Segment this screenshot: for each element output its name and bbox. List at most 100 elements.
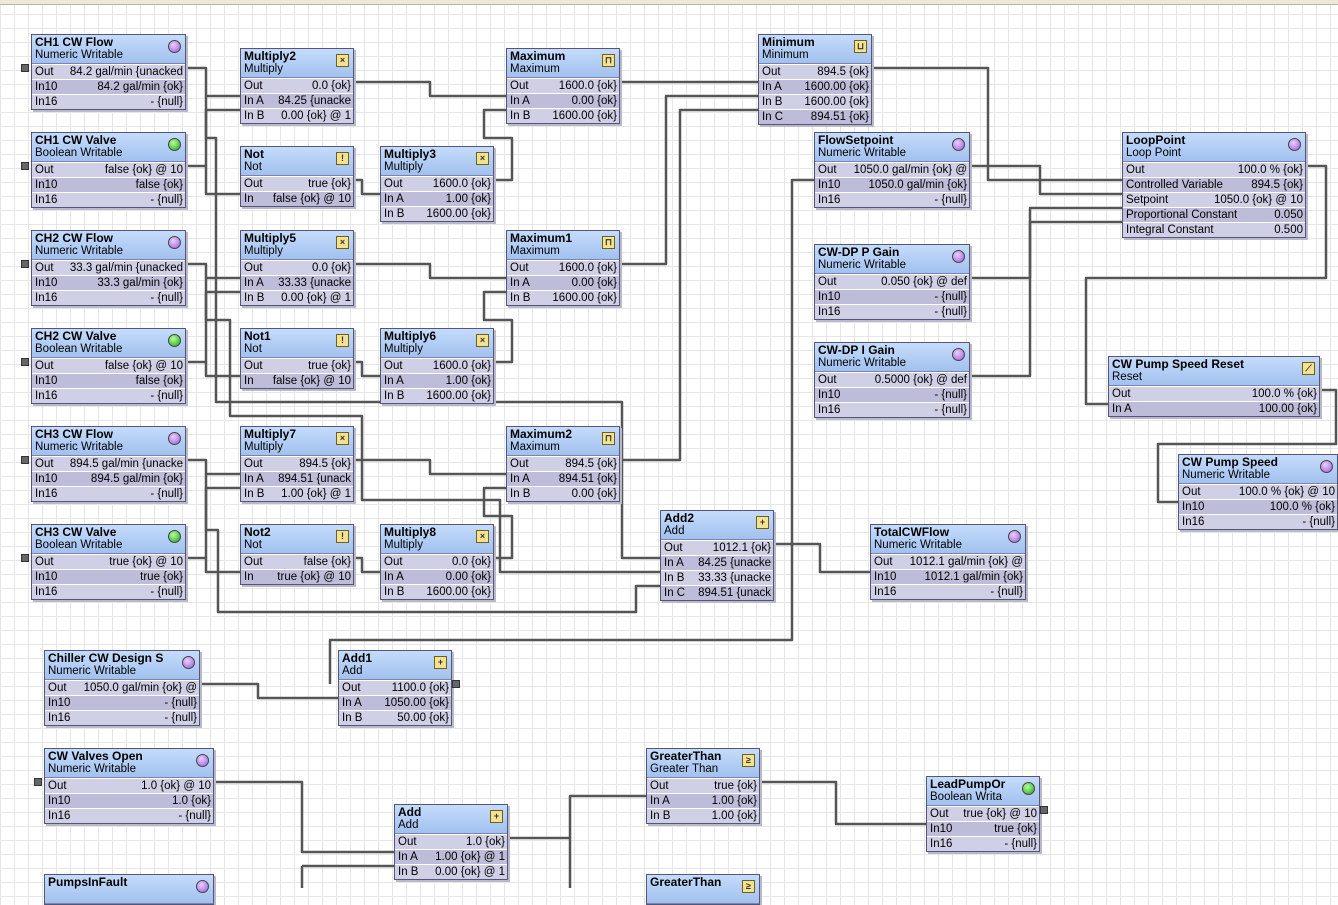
maximum2-block[interactable]: Maximum2 Maximum ⊓ Out 894.5 {ok} In A 894.51 …: [506, 426, 620, 502]
slot-row[interactable]: Out 1012.1 gal/min {ok} @: [871, 554, 1025, 569]
block-header[interactable]: FlowSetpoint Numeric Writable: [815, 133, 969, 162]
block-header[interactable]: Multiply3 Multiply ×: [381, 147, 493, 176]
cw-pump-speed-block[interactable]: CW Pump Speed Numeric Writable Out 100.0 % …: [1178, 454, 1338, 530]
block-header[interactable]: Maximum1 Maximum ⊓: [507, 231, 619, 260]
slot-row[interactable]: Out 100.0 % {ok}: [1123, 162, 1305, 177]
slot-row[interactable]: In A 1.00 {ok}: [381, 373, 493, 388]
slot-row[interactable]: In A 84.25 {unacke: [241, 93, 353, 108]
slot-row[interactable]: Out 1050.0 gal/min {ok} @: [45, 680, 199, 695]
output-pin[interactable]: [1040, 806, 1048, 814]
slot-row[interactable]: In16 - {null}: [1179, 514, 1337, 529]
multiply8-block[interactable]: Multiply8 Multiply × Out 0.0 {ok} In A 0.00 {o…: [380, 524, 494, 600]
slot-row[interactable]: In A 1050.00 {ok}: [339, 695, 451, 710]
block-header[interactable]: GreaterThan Greater Than ≥: [647, 749, 759, 778]
slot-row[interactable]: Out false {ok} @ 10: [32, 162, 185, 177]
slot-row[interactable]: Out 0.0 {ok}: [241, 260, 353, 275]
cw-dp-p-gain-block[interactable]: CW-DP P Gain Numeric Writable Out 0.050 {ok…: [814, 244, 970, 320]
add-icon[interactable]: +: [490, 810, 503, 823]
multiply3-block[interactable]: Multiply3 Multiply × Out 1600.0 {ok} In A 1.00…: [380, 146, 494, 222]
slot-row[interactable]: Out 1600.0 {ok}: [381, 176, 493, 191]
block-header[interactable]: Not1 Not!: [241, 329, 353, 358]
slot-row[interactable]: In16 - {null}: [871, 584, 1025, 599]
input-pin[interactable]: [34, 778, 42, 786]
not1-block[interactable]: Not1 Not! Out true {ok} In false {ok} @ 10: [240, 328, 354, 389]
slot-row[interactable]: Out 1600.0 {ok}: [381, 358, 493, 373]
block-header[interactable]: CH2 CW Flow Numeric Writable: [32, 231, 185, 260]
ch1-cw-valve-block[interactable]: CH1 CW Valve Boolean Writable Out false {ok…: [31, 132, 186, 208]
green-dot-icon[interactable]: [168, 530, 181, 543]
purple-dot-icon[interactable]: [182, 656, 195, 669]
totalcwflow-block[interactable]: TotalCWFlow Numeric Writable Out 1012.1 gal…: [870, 524, 1026, 600]
slot-row[interactable]: In B 0.00 {ok} @ 1: [241, 290, 353, 305]
slot-row[interactable]: In16 - {null}: [32, 192, 185, 207]
slot-row[interactable]: In A 0.00 {ok}: [507, 93, 619, 108]
maximum-icon[interactable]: ⊓: [602, 432, 615, 445]
slot-row[interactable]: In B 1600.00 {ok}: [381, 388, 493, 403]
block-header[interactable]: Multiply2 Multiply ×: [241, 49, 353, 78]
block-header[interactable]: LeadPumpOr Boolean Writa: [927, 777, 1039, 806]
block-header[interactable]: TotalCWFlow Numeric Writable: [871, 525, 1025, 554]
slot-row[interactable]: In B 50.00 {ok}: [339, 710, 451, 725]
ch3-cw-valve-block[interactable]: CH3 CW Valve Boolean Writable Out true {ok}…: [31, 524, 186, 600]
slot-row[interactable]: In10 true {ok}: [32, 569, 185, 584]
slot-row[interactable]: Out 33.3 gal/min {unacked: [32, 260, 185, 275]
block-header[interactable]: Chiller CW Design S Numeric Writable: [45, 651, 199, 680]
minimum-block[interactable]: Minimum Minimum ⊔ Out 894.5 {ok} In A 1600.00 …: [758, 34, 872, 125]
slot-row[interactable]: Out true {ok} @ 10: [927, 806, 1039, 821]
cw-valves-open-block[interactable]: CW Valves Open Numeric Writable Out 1.0 {ok…: [44, 748, 214, 824]
block-header[interactable]: Not2 Not!: [241, 525, 353, 554]
slot-row[interactable]: Out true {ok}: [241, 176, 353, 191]
slot-row[interactable]: In10 - {null}: [815, 387, 969, 402]
slot-row[interactable]: In16 - {null}: [815, 192, 969, 207]
not2-block[interactable]: Not2 Not! Out false {ok} In true {ok} @ 10: [240, 524, 354, 585]
flowsetpoint-block[interactable]: FlowSetpoint Numeric Writable Out 1050.0 ga…: [814, 132, 970, 208]
block-header[interactable]: Minimum Minimum ⊔: [759, 35, 871, 64]
slot-row[interactable]: In10 1050.0 gal/min {ok}: [815, 177, 969, 192]
slot-row[interactable]: Out 0.050 {ok} @ def: [815, 274, 969, 289]
slot-row[interactable]: In B 1600.00 {ok}: [507, 108, 619, 123]
reset-icon[interactable]: ⟋: [1302, 362, 1315, 375]
purple-dot-icon[interactable]: [952, 250, 965, 263]
not-icon[interactable]: !: [336, 530, 349, 543]
multiply-icon[interactable]: ×: [476, 530, 489, 543]
block-header[interactable]: CW Pump Speed Reset Reset ⟋: [1109, 357, 1319, 386]
pumpsinfault-block[interactable]: PumpsInFault: [44, 874, 214, 905]
purple-dot-icon[interactable]: [952, 348, 965, 361]
minimum-icon[interactable]: ⊔: [854, 40, 867, 53]
slot-row[interactable]: In10 84.2 gal/min {ok}: [32, 79, 185, 94]
purple-dot-icon[interactable]: [168, 236, 181, 249]
looppoint-block[interactable]: LoopPoint Loop Point Out 100.0 % {ok} Contro…: [1122, 132, 1306, 238]
maximum1-block[interactable]: Maximum1 Maximum ⊓ Out 1600.0 {ok} In A 0.00 {…: [506, 230, 620, 306]
slot-row[interactable]: In C 894.51 {ok}: [759, 109, 871, 124]
purple-dot-icon[interactable]: [196, 754, 209, 767]
slot-row[interactable]: In B 0.00 {ok} @ 1: [395, 864, 507, 879]
slot-row[interactable]: In10 894.5 gal/min {ok}: [32, 471, 185, 486]
slot-row[interactable]: Setpoint 1050.0 {ok} @ 10: [1123, 192, 1305, 207]
slot-row[interactable]: In B 0.00 {ok}: [507, 486, 619, 501]
slot-row[interactable]: In16 - {null}: [45, 710, 199, 725]
slot-row[interactable]: Controlled Variable 894.5 {ok}: [1123, 177, 1305, 192]
slot-row[interactable]: In16 - {null}: [32, 290, 185, 305]
slot-row[interactable]: In B 1600.00 {ok}: [381, 206, 493, 221]
slot-row[interactable]: In B 0.00 {ok} @ 1: [241, 108, 353, 123]
slot-row[interactable]: In A 1600.00 {ok}: [759, 79, 871, 94]
slot-row[interactable]: In10 1012.1 gal/min {ok}: [871, 569, 1025, 584]
greaterthan-block[interactable]: GreaterThan Greater Than ≥ Out true {ok} In A…: [646, 748, 760, 824]
input-pin[interactable]: [21, 162, 29, 170]
input-pin[interactable]: [21, 456, 29, 464]
slot-row[interactable]: Out true {ok}: [647, 778, 759, 793]
ch2-cw-valve-block[interactable]: CH2 CW Valve Boolean Writable Out false {ok…: [31, 328, 186, 404]
slot-row[interactable]: Out 1600.0 {ok}: [507, 78, 619, 93]
slot-row[interactable]: Proportional Constant 0.050: [1123, 207, 1305, 222]
slot-row[interactable]: In B 1600.00 {ok}: [759, 94, 871, 109]
block-header[interactable]: CH3 CW Valve Boolean Writable: [32, 525, 185, 554]
slot-row[interactable]: In B 33.33 {unacke: [661, 570, 773, 585]
slot-row[interactable]: Out 100.0 % {ok} @ 10: [1179, 484, 1337, 499]
greater-than-icon[interactable]: ≥: [742, 880, 755, 893]
green-dot-icon[interactable]: [168, 334, 181, 347]
purple-dot-icon[interactable]: [1008, 530, 1021, 543]
slot-row[interactable]: In16 - {null}: [45, 808, 213, 823]
multiply2-block[interactable]: Multiply2 Multiply × Out 0.0 {ok} In A 84.25 {…: [240, 48, 354, 124]
cw-pump-speed-reset-block[interactable]: CW Pump Speed Reset Reset ⟋ Out 100.0 % {ok}…: [1108, 356, 1320, 417]
block-header[interactable]: Multiply6 Multiply ×: [381, 329, 493, 358]
